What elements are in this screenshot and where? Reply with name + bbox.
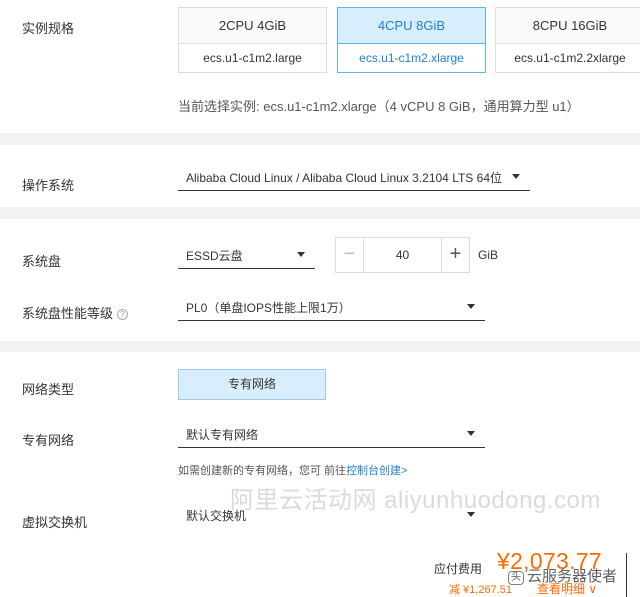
help-icon[interactable]: ? <box>117 309 129 320</box>
disk-label: 系统盘 <box>22 254 62 269</box>
disk-size-stepper[interactable]: − 40 + <box>335 237 470 273</box>
console-create-link[interactable]: 控制台创建> <box>346 465 407 477</box>
disk-perf-label-text: 系统盘性能等级 <box>22 306 114 321</box>
disk-perf-label: 系统盘性能等级? <box>22 303 129 322</box>
chevron-down-icon <box>467 304 475 309</box>
chevron-down-icon <box>467 431 475 436</box>
disk-type-select[interactable]: ESSD云盘 <box>178 241 315 269</box>
current-selection-text: 当前选择实例: ecs.u1-c1m2.xlarge（4 vCPU 8 GiB，… <box>178 99 580 114</box>
spec-card-type: ecs.u1-c1m2.2xlarge <box>514 51 626 65</box>
price-footer: 应付费用 ¥2,073.77 减 ¥1,267.51 查看明细 ∨ 头云服务器使… <box>0 531 640 597</box>
vswitch-label: 虚拟交换机 <box>22 515 88 530</box>
disk-perf-value: PL0（单盘IOPS性能上限1万） <box>186 301 351 315</box>
vpc-create-hint: 如需创建新的专有网络，您可 前往控制台创建> <box>178 462 408 478</box>
disk-section: 系统盘 ESSD云盘 系统盘性能等级? PL0（单盘IOPS性能上限1万） <box>0 219 640 341</box>
disk-perf-select[interactable]: PL0（单盘IOPS性能上限1万） <box>178 293 485 321</box>
spec-card-type: ecs.u1-c1m2.large <box>203 51 302 65</box>
os-label: 操作系统 <box>22 178 75 193</box>
vpc-hint-text: 如需创建新的专有网络，您可 前往 <box>178 465 347 477</box>
pay-label: 应付费用 <box>434 562 483 576</box>
disk-size-input[interactable]: 40 <box>364 238 441 272</box>
spec-card-2cpu[interactable]: 2CPU 4GiB ecs.u1-c1m2.large <box>178 7 327 73</box>
decrement-button[interactable]: − <box>336 238 364 272</box>
spec-card-cpu-mem: 4CPU 8GiB <box>338 8 485 44</box>
chevron-down-icon <box>512 174 520 179</box>
spec-card-4cpu[interactable]: 4CPU 8GiB ecs.u1-c1m2.xlarge <box>337 7 486 73</box>
increment-button[interactable]: + <box>441 238 469 272</box>
instance-label: 实例规格 <box>22 21 75 36</box>
author-name: 云服务器使者 <box>527 568 618 585</box>
os-select[interactable]: Alibaba Cloud Linux / Alibaba Cloud Linu… <box>178 163 530 191</box>
spec-card-cpu-mem: 2CPU 4GiB <box>179 8 326 44</box>
discount-amount: 减 ¥1,267.51 <box>449 584 512 596</box>
watermark: 阿里云活动网 aliyunhuodong.com <box>230 487 601 514</box>
network-type-label: 网络类型 <box>22 382 75 397</box>
vpc-select-value: 默认专有网络 <box>186 428 259 442</box>
network-type-vpc-button[interactable]: 专有网络 <box>178 369 326 400</box>
chevron-down-icon <box>297 252 305 257</box>
disk-type-value: ESSD云盘 <box>186 249 243 263</box>
vpc-label: 专有网络 <box>22 433 75 448</box>
spec-card-type: ecs.u1-c1m2.xlarge <box>359 51 464 65</box>
disk-size-unit: GiB <box>478 248 499 262</box>
os-section: 操作系统 Alibaba Cloud Linux / Alibaba Cloud… <box>0 145 640 207</box>
divider <box>626 553 627 597</box>
avatar-icon: 头 <box>508 571 524 585</box>
spec-card-cpu-mem: 8CPU 16GiB <box>496 8 640 44</box>
vpc-select[interactable]: 默认专有网络 <box>178 420 485 448</box>
instance-section: 实例规格 2CPU 4GiB ecs.u1-c1m2.large 4CPU 8G… <box>0 0 640 133</box>
author-badge: 头云服务器使者 <box>508 565 617 586</box>
spec-card-8cpu[interactable]: 8CPU 16GiB ecs.u1-c1m2.2xlarge <box>495 7 640 73</box>
os-select-value: Alibaba Cloud Linux / Alibaba Cloud Linu… <box>186 171 502 185</box>
